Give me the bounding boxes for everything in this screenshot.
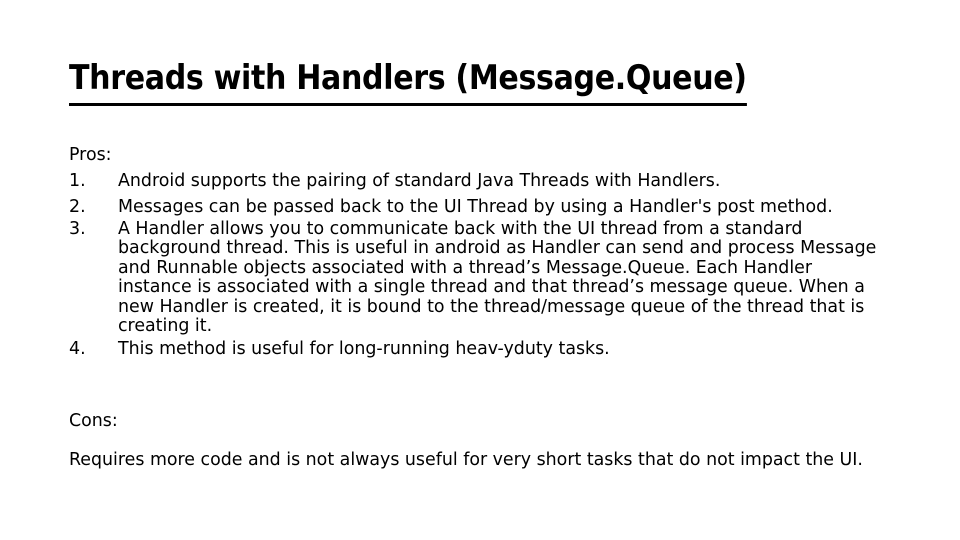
cons-text: Requires more code and is not always use… [69,450,863,470]
list-item-text: Android supports the pairing of standard… [118,171,721,191]
cons-label: Cons: [69,411,118,431]
list-item: 4. This method is useful for long-runnin… [69,336,899,362]
list-item-text: A Handler allows you to communicate back… [118,219,877,337]
list-item: 3. A Handler allows you to communicate b… [69,219,899,337]
list-item-text: This method is useful for long-running h… [118,339,610,360]
list-item-text: Messages can be passed back to the UI Th… [118,197,833,217]
pros-label: Pros: [69,145,112,165]
pros-list: 1. Android supports the pairing of stand… [69,168,899,362]
list-item-marker: 3. [69,219,86,239]
slide-canvas: Threads with Handlers (Message.Queue) Pr… [0,0,960,540]
list-item-marker: 4. [69,339,86,360]
page-title-text: Threads with Handlers (Message.Queue) [69,56,747,106]
list-item-marker: 1. [69,171,86,191]
list-item: 1. Android supports the pairing of stand… [69,168,899,194]
page-title: Threads with Handlers (Message.Queue) [69,56,812,106]
list-item: 2. Messages can be passed back to the UI… [69,194,899,220]
list-item-marker: 2. [69,197,86,217]
pros-section: Pros: 1. Android supports the pairing of… [69,142,899,362]
cons-section: Cons: Requires more code and is not alwa… [69,408,929,473]
